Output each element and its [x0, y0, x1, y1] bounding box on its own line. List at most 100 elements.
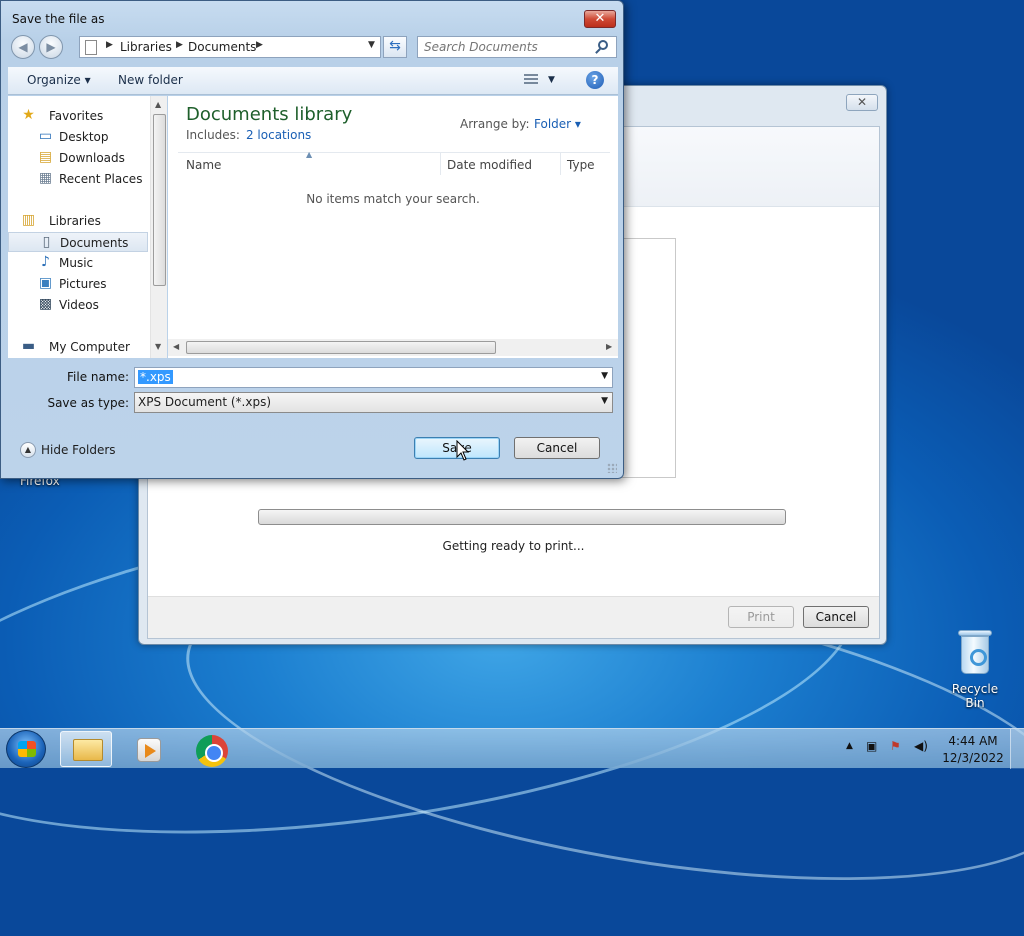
- nav-item-recent-places[interactable]: ▦ Recent Places: [8, 169, 148, 189]
- search-input[interactable]: [418, 37, 594, 57]
- locations-link[interactable]: 2 locations: [246, 128, 311, 142]
- documents-icon: ▯: [42, 234, 51, 250]
- file-name-combobox[interactable]: *.xps ▼: [134, 367, 613, 388]
- nav-item-favorites[interactable]: ★ Favorites: [8, 106, 148, 126]
- recent-places-icon: ▦: [38, 170, 53, 186]
- search-box[interactable]: [417, 36, 617, 58]
- breadcrumb-arrow-icon[interactable]: ▶: [256, 40, 263, 50]
- system-tray: ▲ ▣ ⚑ ◀) 4:44 AM 12/3/2022: [840, 729, 1024, 769]
- taskbar-explorer[interactable]: [60, 731, 112, 767]
- show-desktop-button[interactable]: [1010, 729, 1024, 769]
- videos-icon: ▩: [38, 296, 53, 312]
- taskbar: ▲ ▣ ⚑ ◀) 4:44 AM 12/3/2022: [0, 728, 1024, 769]
- column-date-modified[interactable]: Date modified: [447, 158, 532, 172]
- start-button[interactable]: [6, 730, 46, 768]
- desktop-icon: ▭: [38, 128, 53, 144]
- address-document-icon: [85, 40, 97, 55]
- save-type-value: XPS Document (*.xps): [138, 395, 272, 409]
- nav-scroll-thumb[interactable]: [153, 114, 166, 286]
- nav-item-music[interactable]: ♪ Music: [8, 253, 148, 273]
- file-list-hscrollbar[interactable]: ◀ ▶: [168, 339, 618, 356]
- chrome-icon: [196, 735, 228, 767]
- folder-icon: [73, 739, 103, 761]
- recycle-bin-icon: [958, 630, 992, 676]
- scroll-down-icon[interactable]: ▼: [155, 342, 161, 351]
- sort-ascending-icon: ▲: [306, 150, 313, 159]
- nav-item-my-computer[interactable]: ▬ My Computer: [8, 337, 148, 357]
- new-folder-button[interactable]: New folder: [118, 73, 183, 87]
- save-type-dropdown-icon[interactable]: ▼: [601, 396, 608, 406]
- file-name-label: File name:: [67, 370, 129, 384]
- recycle-bin-label: Recycle Bin: [951, 682, 999, 710]
- taskbar-media-player[interactable]: [122, 731, 174, 767]
- music-icon: ♪: [41, 254, 50, 270]
- column-separator[interactable]: [560, 153, 561, 175]
- print-progress-bar: [258, 509, 786, 525]
- mouse-cursor-icon: [456, 440, 470, 461]
- column-name[interactable]: Name: [186, 158, 221, 172]
- nav-item-videos[interactable]: ▩ Videos: [8, 295, 148, 315]
- clock-date[interactable]: 12/3/2022: [938, 751, 1008, 765]
- libraries-icon: ▥: [21, 212, 36, 228]
- organize-menu[interactable]: Organize ▾: [27, 73, 91, 87]
- recycle-bin-desktop-icon[interactable]: Recycle Bin: [942, 630, 1008, 710]
- file-list-pane: Documents library Includes: 2 locations A…: [168, 96, 618, 358]
- file-name-input[interactable]: *.xps: [138, 370, 173, 384]
- nav-item-downloads[interactable]: ▤ Downloads: [8, 148, 148, 168]
- clock-time[interactable]: 4:44 AM: [938, 734, 1008, 748]
- scroll-up-icon[interactable]: ▲: [155, 100, 161, 109]
- star-icon: ★: [22, 107, 35, 123]
- navigation-pane: ★ Favorites ▭ Desktop ▤ Downloads ▦ Rece…: [8, 96, 167, 358]
- show-hidden-icons-icon[interactable]: ▲: [846, 741, 853, 751]
- address-bar[interactable]: ▶ Libraries ▶ Documents ▶ ▼: [79, 36, 381, 58]
- close-button[interactable]: ✕: [584, 10, 616, 28]
- column-headers: Name ▲ Date modified Type: [178, 150, 610, 176]
- scroll-right-icon[interactable]: ▶: [606, 342, 612, 351]
- nav-item-desktop[interactable]: ▭ Desktop: [8, 127, 148, 147]
- nav-item-pictures[interactable]: ▣ Pictures: [8, 274, 148, 294]
- dialog-title: Save the file as: [12, 12, 105, 26]
- downloads-folder-icon: ▤: [38, 149, 53, 165]
- volume-icon[interactable]: ◀): [914, 739, 928, 753]
- back-button[interactable]: ◀: [11, 35, 35, 59]
- help-icon[interactable]: ?: [586, 71, 604, 89]
- change-view-icon[interactable]: [524, 74, 538, 86]
- arrange-by-dropdown[interactable]: Folder ▾: [534, 117, 581, 131]
- breadcrumb-arrow-icon[interactable]: ▶: [106, 40, 113, 50]
- library-includes: Includes: 2 locations: [186, 128, 312, 142]
- file-name-dropdown-icon[interactable]: ▼: [601, 371, 608, 381]
- breadcrumb-documents[interactable]: Documents: [188, 40, 256, 54]
- column-type[interactable]: Type: [567, 158, 595, 172]
- breadcrumb-arrow-icon[interactable]: ▶: [176, 40, 183, 50]
- print-status-text: Getting ready to print...: [442, 539, 585, 553]
- column-separator[interactable]: [440, 153, 441, 175]
- computer-icon: ▬: [21, 338, 36, 354]
- cancel-button[interactable]: Cancel: [514, 437, 600, 459]
- network-icon[interactable]: ▣: [866, 739, 877, 753]
- print-close-button[interactable]: ✕: [846, 94, 878, 111]
- pictures-icon: ▣: [38, 275, 53, 291]
- address-dropdown-icon[interactable]: ▼: [368, 40, 375, 50]
- save-type-select[interactable]: XPS Document (*.xps) ▼: [134, 392, 613, 413]
- search-icon[interactable]: [598, 40, 608, 50]
- nav-scrollbar[interactable]: ▲ ▼: [150, 96, 167, 358]
- taskbar-chrome[interactable]: [186, 731, 238, 767]
- scroll-left-icon[interactable]: ◀: [173, 342, 179, 351]
- media-player-icon: [137, 738, 161, 762]
- library-title: Documents library: [186, 104, 353, 125]
- command-bar: Organize ▾ New folder ▼ ?: [8, 67, 618, 95]
- print-cancel-button[interactable]: Cancel: [803, 606, 869, 628]
- nav-item-documents[interactable]: ▯ Documents: [8, 232, 148, 252]
- print-button[interactable]: Print: [728, 606, 794, 628]
- resize-gripper[interactable]: [607, 463, 617, 473]
- refresh-button[interactable]: ⇆: [383, 36, 407, 58]
- view-dropdown-icon[interactable]: ▼: [548, 75, 555, 85]
- action-center-flag-icon[interactable]: ⚑: [890, 739, 901, 753]
- breadcrumb-libraries[interactable]: Libraries: [120, 40, 172, 54]
- forward-button[interactable]: ▶: [39, 35, 63, 59]
- chevron-up-icon: ▲: [20, 442, 36, 458]
- save-file-dialog: Save the file as ✕ ◀ ▶ ▶ Libraries ▶ Doc…: [0, 0, 624, 479]
- print-footer: Print Cancel: [148, 596, 879, 638]
- nav-item-libraries[interactable]: ▥ Libraries: [8, 211, 148, 231]
- hscroll-thumb[interactable]: [186, 341, 496, 354]
